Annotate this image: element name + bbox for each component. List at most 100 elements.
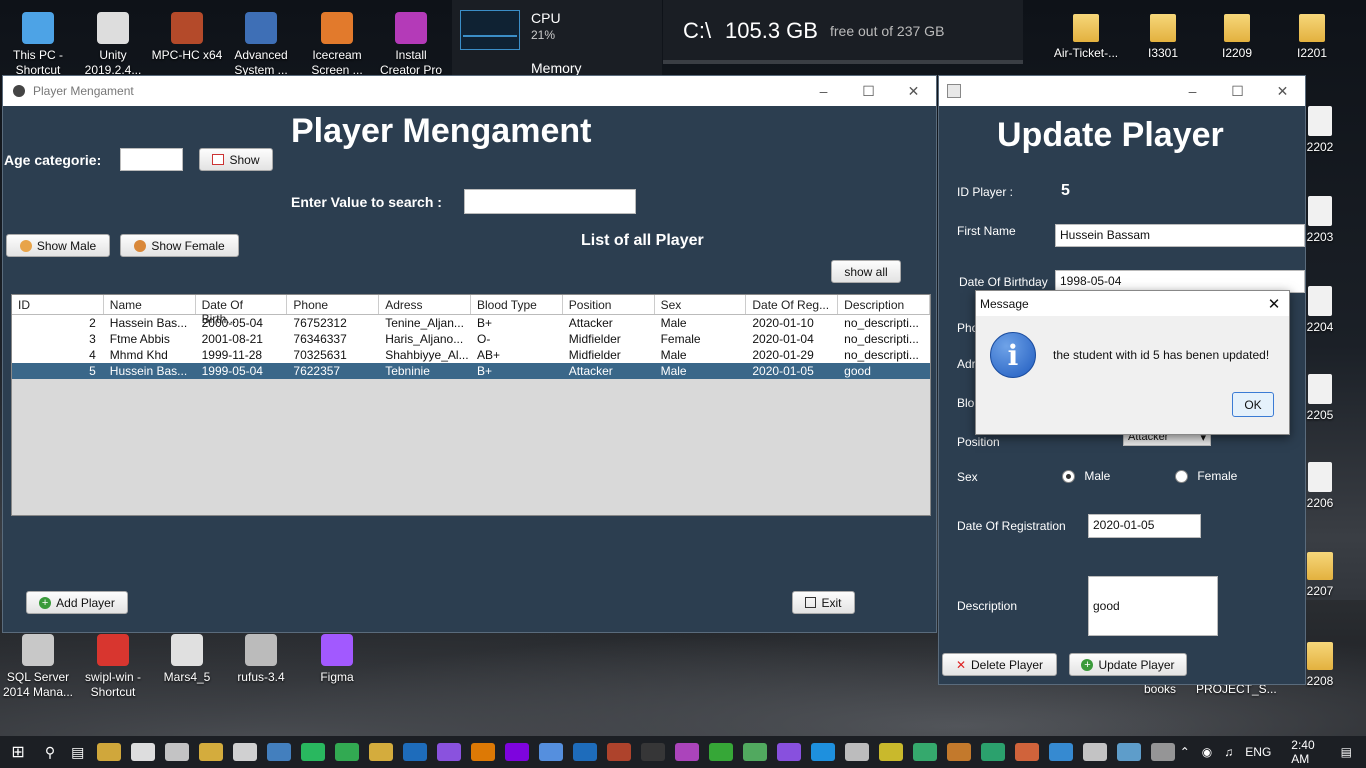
taskbar-app-icon[interactable] — [300, 743, 325, 761]
clock[interactable]: 2:40 AM — [1291, 738, 1314, 766]
taskbar-app-icon[interactable] — [776, 743, 801, 761]
column-header[interactable]: Phone — [287, 295, 380, 314]
table-row[interactable]: 4 Mhmd Khd 1999-11-28 70325631 Shahbiyye_Al.… — [12, 347, 930, 363]
column-header[interactable]: ID — [12, 295, 104, 314]
first-name-input[interactable]: Hussein Bassam — [1055, 224, 1305, 247]
taskbar-app-icon[interactable] — [1082, 743, 1107, 761]
taskbar-app-icon[interactable] — [504, 743, 529, 761]
windows-start-icon[interactable]: ⊞ — [0, 742, 36, 762]
minimize-button[interactable]: – — [801, 83, 846, 100]
taskbar-app-icon[interactable] — [266, 743, 291, 761]
taskbar-app-icon[interactable] — [368, 743, 393, 761]
close-button[interactable]: ✕ — [891, 83, 936, 100]
taskbar-app-icon[interactable] — [198, 743, 223, 761]
sex-male-radio[interactable]: Male — [1062, 469, 1110, 484]
taskbar-app-icon[interactable] — [1150, 743, 1175, 761]
notification-icon[interactable]: ▤ — [1341, 745, 1352, 759]
show-male-button[interactable]: Show Male — [6, 234, 110, 257]
column-header[interactable]: Sex — [655, 295, 747, 314]
exit-button[interactable]: Exit — [792, 591, 855, 614]
desktop-folder[interactable]: I3301 — [1125, 6, 1201, 61]
taskbar-app-icon[interactable] — [878, 743, 903, 761]
taskbar-app-icon[interactable] — [708, 743, 733, 761]
table-row[interactable]: 3 Ftme Abbis 2001-08-21 76346337 Haris_Aljan… — [12, 331, 930, 347]
desktop-file[interactable]: 2203 — [1300, 190, 1340, 245]
update-maximize-button[interactable]: ☐ — [1215, 83, 1260, 100]
show-female-button[interactable]: Show Female — [120, 234, 239, 257]
desktop-folder[interactable]: Air-Ticket-... — [1048, 6, 1124, 61]
column-header[interactable]: Date Of Birth... — [196, 295, 288, 326]
dialog-close-button[interactable]: ✕ — [1259, 295, 1289, 313]
column-header[interactable]: Position — [563, 295, 655, 314]
taskbar-app-icon[interactable] — [436, 743, 461, 761]
desktop-icon-figma[interactable]: Figma — [299, 628, 375, 685]
update-close-button[interactable]: ✕ — [1260, 83, 1305, 100]
table-row[interactable]: 5 Hussein Bas... 1999-05-04 7622357 Tebninie… — [12, 363, 930, 379]
taskbar-app-icon[interactable] — [640, 743, 665, 761]
chevron-up-icon[interactable]: ⌃ — [1180, 745, 1190, 759]
search-icon[interactable]: ⚲ — [36, 744, 64, 761]
taskbar-app-icon[interactable] — [1116, 743, 1141, 761]
desktop-icon-java[interactable]: Mars4_5 — [149, 628, 225, 685]
ok-button[interactable]: OK — [1232, 392, 1274, 417]
taskbar-app-icon[interactable] — [674, 743, 699, 761]
desktop-icon-usb[interactable]: rufus-3.4 — [223, 628, 299, 685]
column-header[interactable]: Name — [104, 295, 196, 314]
show-button[interactable]: Show — [199, 148, 273, 171]
desktop-icon-computer[interactable]: This PC - Shortcut — [0, 6, 76, 78]
desktop-file[interactable]: 2204 — [1300, 280, 1340, 335]
search-input[interactable] — [464, 189, 636, 214]
show-all-button[interactable]: show all — [831, 260, 901, 283]
column-header[interactable]: Blood Type — [471, 295, 563, 314]
desktop-file[interactable]: 2206 — [1300, 456, 1340, 511]
taskbar-app-icon[interactable] — [980, 743, 1005, 761]
maximize-button[interactable]: ☐ — [846, 83, 891, 100]
column-header[interactable]: Date Of Reg... — [746, 295, 839, 314]
taskbar-app-icon[interactable] — [1014, 743, 1039, 761]
desktop-file[interactable]: 2208 — [1300, 634, 1340, 689]
update-minimize-button[interactable]: – — [1170, 83, 1215, 100]
taskbar-app-icon[interactable] — [232, 743, 257, 761]
update-player-button[interactable]: + Update Player — [1069, 653, 1187, 676]
taskbar-app-icon[interactable] — [572, 743, 597, 761]
desktop-icon-media-player[interactable]: MPC-HC x64 — [149, 6, 225, 63]
desktop-icon-installer[interactable]: Install Creator Pro — [373, 6, 449, 78]
desktop-icon-unity[interactable]: Unity 2019.2.4... — [75, 6, 151, 78]
taskbar-app-icon[interactable] — [402, 743, 427, 761]
column-header[interactable]: Description — [838, 295, 930, 314]
desktop-icon-shield[interactable]: Advanced System ... — [223, 6, 299, 78]
age-category-input[interactable] — [120, 148, 183, 171]
sex-female-radio[interactable]: Female — [1175, 469, 1237, 484]
task-view-icon[interactable]: ▤ — [64, 744, 92, 761]
desktop-file[interactable]: 2207 — [1300, 544, 1340, 599]
add-player-button[interactable]: + Add Player — [26, 591, 128, 614]
taskbar-app-icon[interactable] — [164, 743, 189, 761]
taskbar-app-icon[interactable] — [946, 743, 971, 761]
taskbar-app-icon[interactable] — [810, 743, 835, 761]
taskbar-app-icon[interactable] — [334, 743, 359, 761]
taskbar-app-icon[interactable] — [912, 743, 937, 761]
taskbar-app-icon[interactable] — [470, 743, 495, 761]
desktop-icon-sql-server[interactable]: SQL Server 2014 Mana... — [0, 628, 76, 700]
taskbar-app-icon[interactable] — [130, 743, 155, 761]
taskbar-app-icon[interactable] — [844, 743, 869, 761]
desktop-icon-owl[interactable]: swipl-win - Shortcut — [75, 628, 151, 700]
desktop-file[interactable]: 2202 — [1300, 100, 1340, 155]
taskbar-app-icon[interactable] — [742, 743, 767, 761]
column-header[interactable]: Adress — [379, 295, 471, 314]
taskbar-app-icon[interactable] — [538, 743, 563, 761]
taskbar-app-icon[interactable] — [1048, 743, 1073, 761]
language-indicator[interactable]: ENG — [1245, 745, 1271, 759]
desktop-file[interactable]: 2205 — [1300, 368, 1340, 423]
wifi-icon[interactable]: ◉ — [1202, 745, 1212, 759]
registration-input[interactable]: 2020-01-05 — [1088, 514, 1201, 538]
taskbar-app-icon[interactable] — [96, 743, 121, 761]
delete-player-button[interactable]: ✕ Delete Player — [942, 653, 1057, 676]
taskbar-app-icon[interactable] — [606, 743, 631, 761]
desktop-icon-screen-recorder[interactable]: Icecream Screen ... — [299, 6, 375, 78]
desktop-folder[interactable]: I2201 — [1274, 6, 1350, 61]
desktop-folder[interactable]: I2209 — [1199, 6, 1275, 61]
description-textarea[interactable]: good — [1088, 576, 1218, 636]
volume-icon[interactable]: ♫ — [1224, 745, 1233, 759]
table-row[interactable]: 2 Hassein Bas... 2000-05-04 76752312 Tenine_… — [12, 315, 930, 331]
